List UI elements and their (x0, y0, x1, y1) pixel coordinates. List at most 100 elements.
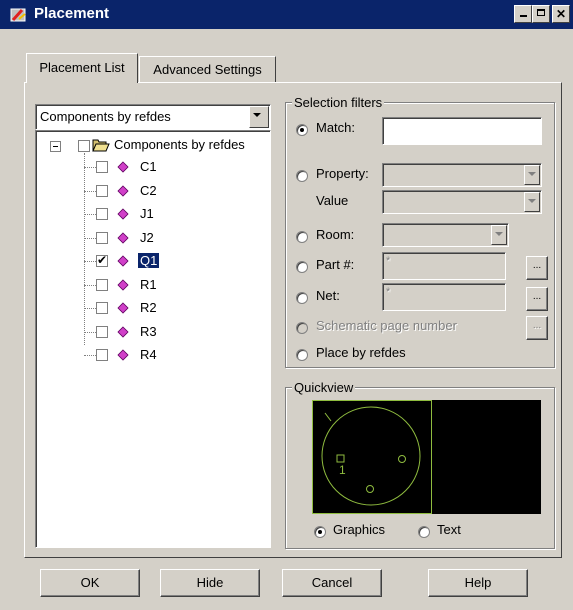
tree-item-checkbox[interactable]: ✔ (96, 253, 108, 267)
tree-item[interactable]: J2 (36, 228, 266, 250)
chevron-down-icon (491, 225, 507, 245)
tree-item[interactable]: R4 (36, 345, 266, 367)
graphics-label: Graphics (333, 522, 386, 537)
net-input[interactable]: * (382, 283, 506, 311)
tree-item-checkbox[interactable] (96, 232, 108, 244)
selection-filters-legend: Selection filters (292, 95, 385, 110)
place-by-refdes-radio[interactable] (296, 349, 308, 361)
value-label: Value (316, 193, 349, 208)
property-label: Property: (316, 166, 369, 181)
chevron-down-icon (524, 192, 540, 212)
tree-item-checkbox[interactable] (96, 326, 108, 338)
tree-item-label: C1 (140, 159, 157, 174)
net-label: Net: (316, 288, 340, 303)
tree-item-checkbox[interactable] (96, 185, 108, 197)
tree-item-checkbox[interactable] (96, 302, 108, 314)
component-icon (117, 326, 129, 338)
component-icon (117, 208, 129, 220)
tree-item-label: J2 (140, 230, 154, 245)
place-by-refdes-label: Place by refdes (316, 345, 406, 360)
tab-placement-list[interactable]: Placement List (26, 53, 138, 83)
tree-item[interactable]: ✔ Q1 (36, 251, 266, 273)
tree-item[interactable]: J1 (36, 204, 266, 226)
checkmark-icon: ✔ (97, 253, 108, 267)
quickview-canvas: 1 (312, 400, 541, 514)
schematic-label: Schematic page number (316, 318, 457, 333)
tree-item-checkbox[interactable] (96, 279, 108, 291)
net-browse-label: ... (532, 291, 542, 302)
tree-item-label: R1 (140, 277, 157, 292)
collapse-icon[interactable] (50, 141, 61, 152)
component-tree[interactable]: Components by refdes C1 C2 J1 J2 ✔ Q1 R1 R2 R3 R4 (35, 130, 271, 548)
part-radio[interactable] (296, 261, 308, 273)
part-input[interactable]: * (382, 252, 506, 280)
tree-item-checkbox[interactable] (96, 208, 108, 220)
tree-item[interactable]: R3 (36, 322, 266, 344)
graphics-radio[interactable] (314, 526, 326, 538)
component-icon (117, 255, 129, 267)
schematic-browse-label: ... (532, 320, 542, 331)
tab-advanced-settings-label: Advanced Settings (153, 62, 262, 77)
net-radio[interactable] (296, 292, 308, 304)
net-browse-button[interactable]: ... (526, 287, 548, 311)
tree-item-label: R4 (140, 347, 157, 362)
tree-item-label: J1 (140, 206, 154, 221)
tree-item[interactable]: R1 (36, 275, 266, 297)
cancel-button-label: Cancel (311, 575, 353, 590)
schematic-radio[interactable] (296, 322, 308, 334)
part-browse-button[interactable]: ... (526, 256, 548, 280)
tree-item-checkbox[interactable] (96, 161, 108, 173)
text-label: Text (437, 522, 461, 537)
minimize-button[interactable] (514, 5, 532, 23)
hide-button-label: Hide (196, 575, 224, 590)
pin-1-label: 1 (339, 463, 346, 477)
match-radio[interactable] (296, 124, 308, 136)
component-icon (117, 302, 129, 314)
minimize-icon (519, 15, 527, 17)
match-input[interactable] (382, 117, 542, 145)
help-button-label: Help (464, 575, 492, 590)
tree-item-label: R2 (140, 300, 157, 315)
close-button[interactable]: ✕ (552, 5, 570, 23)
title-bar: Placement ✕ (0, 0, 573, 29)
match-label: Match: (316, 120, 356, 135)
placement-app-icon (10, 8, 26, 22)
schematic-browse-button[interactable]: ... (526, 316, 548, 340)
list-type-value: Components by refdes (40, 109, 171, 124)
property-radio[interactable] (296, 170, 308, 182)
net-input-value: * (386, 286, 391, 298)
tree-item-label: Q1 (138, 253, 160, 268)
tree-item[interactable]: R2 (36, 298, 266, 320)
component-preview-graphic (312, 400, 432, 514)
tree-item[interactable]: C1 (36, 157, 266, 179)
part-input-value: * (386, 255, 391, 267)
value-dropdown[interactable] (382, 190, 542, 214)
chevron-down-icon[interactable] (249, 106, 269, 128)
help-button[interactable]: Help (428, 569, 528, 597)
quickview-legend: Quickview (292, 380, 356, 395)
ok-button-label: OK (80, 575, 100, 590)
ok-button[interactable]: OK (40, 569, 140, 597)
cancel-button[interactable]: Cancel (282, 569, 382, 597)
tree-item[interactable]: C2 (36, 181, 266, 203)
tree-item-checkbox[interactable] (96, 349, 108, 361)
list-type-dropdown[interactable]: Components by refdes (35, 104, 271, 130)
component-icon (117, 349, 129, 361)
root-checkbox[interactable] (78, 140, 90, 152)
tab-advanced-settings[interactable]: Advanced Settings (139, 56, 276, 82)
room-dropdown[interactable] (382, 223, 509, 247)
property-dropdown[interactable] (382, 163, 542, 187)
tree-item-label: C2 (140, 183, 157, 198)
tab-placement-list-label: Placement List (39, 60, 125, 75)
window-title: Placement (34, 5, 110, 22)
hide-button[interactable]: Hide (160, 569, 260, 597)
tree-item-label: R3 (140, 324, 157, 339)
maximize-button[interactable] (532, 5, 550, 23)
component-icon (117, 161, 129, 173)
component-icon (117, 232, 129, 244)
text-radio[interactable] (418, 526, 430, 538)
part-browse-label: ... (532, 260, 542, 271)
component-icon (117, 279, 129, 291)
room-radio[interactable] (296, 231, 308, 243)
chevron-down-icon (524, 165, 540, 185)
